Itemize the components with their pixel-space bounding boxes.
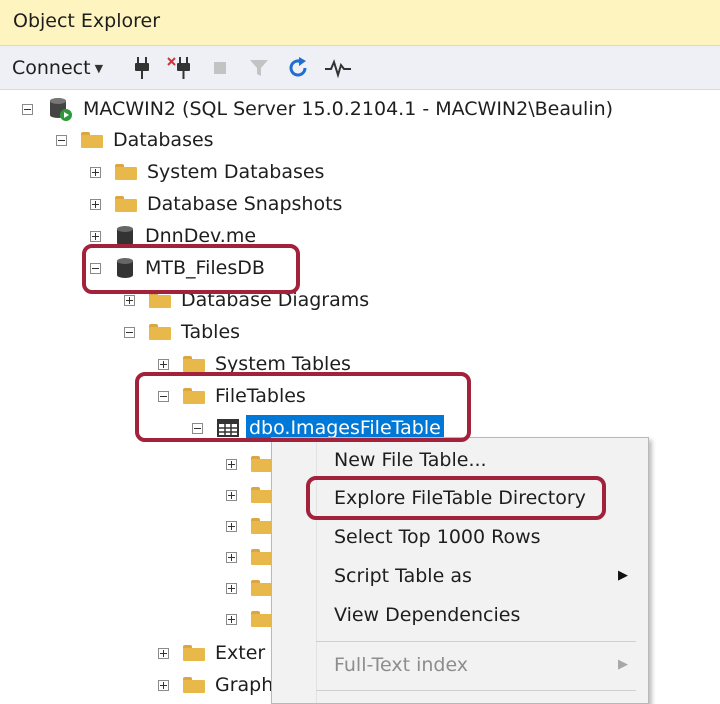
- connect-plug-icon[interactable]: [128, 46, 156, 90]
- server-label: MACWIN2 (SQL Server 15.0.2104.1 - MACWIN…: [83, 98, 614, 120]
- folder-icon: [251, 487, 273, 503]
- folder-icon: [251, 611, 273, 627]
- collapse-icon[interactable]: [56, 134, 67, 146]
- menu-item-select-top-1000[interactable]: Select Top 1000 Rows: [334, 522, 541, 552]
- collapse-icon[interactable]: [158, 390, 169, 402]
- context-menu: New File Table... Explore FileTable Dire…: [271, 437, 649, 704]
- folder-icon: [115, 164, 137, 180]
- databases-label: Databases: [113, 129, 214, 151]
- menu-gutter: [272, 438, 317, 703]
- submenu-arrow-icon: ▶: [618, 657, 628, 672]
- collapse-icon[interactable]: [192, 422, 203, 434]
- menu-item-full-text-index[interactable]: Full-Text index: [334, 650, 468, 680]
- tree-node-tables[interactable]: Tables: [124, 317, 240, 347]
- database-icon: [117, 258, 133, 278]
- connect-label: Connect: [12, 57, 91, 79]
- expand-icon[interactable]: [90, 198, 101, 210]
- expand-icon[interactable]: [90, 166, 101, 178]
- system-databases-label: System Databases: [147, 161, 325, 183]
- folder-icon: [149, 324, 171, 340]
- tree-node-server[interactable]: MACWIN2 (SQL Server 15.0.2104.1 - MACWIN…: [22, 94, 613, 124]
- dnndev-label: DnnDev.me: [145, 225, 257, 247]
- server-icon: [50, 98, 72, 121]
- folder-icon: [183, 356, 205, 372]
- folder-icon: [115, 196, 137, 212]
- tables-label: Tables: [181, 321, 241, 343]
- tree-node-database-snapshots[interactable]: Database Snapshots: [90, 189, 342, 219]
- expand-icon[interactable]: [158, 358, 169, 370]
- tree-node-graph[interactable]: Graph: [158, 670, 273, 700]
- menu-item-label: View Dependencies: [334, 604, 521, 626]
- database-snapshots-label: Database Snapshots: [147, 193, 343, 215]
- folder-icon: [251, 518, 273, 534]
- folder-icon: [149, 292, 171, 308]
- activity-monitor-icon[interactable]: [324, 46, 352, 90]
- graph-label: Graph: [215, 674, 274, 696]
- panel-title: Object Explorer: [13, 10, 161, 32]
- menu-item-label: Select Top 1000 Rows: [334, 526, 541, 548]
- tree-node-databases[interactable]: Databases: [56, 125, 214, 155]
- object-explorer-titlebar: Object Explorer: [0, 0, 720, 46]
- menu-item-explore-filetable-directory[interactable]: Explore FileTable Directory: [334, 483, 586, 513]
- expand-icon[interactable]: [226, 458, 237, 470]
- menu-item-new-file-table[interactable]: New File Table...: [334, 445, 487, 475]
- folder-icon: [81, 132, 103, 148]
- menu-item-label: Explore FileTable Directory: [334, 487, 586, 509]
- stop-icon[interactable]: [206, 46, 234, 90]
- menu-separator: [316, 690, 636, 691]
- folder-icon: [251, 580, 273, 596]
- menu-item-view-dependencies[interactable]: View Dependencies: [334, 600, 520, 630]
- expand-icon[interactable]: [226, 613, 237, 625]
- tree-node-system-databases[interactable]: System Databases: [90, 157, 324, 187]
- connect-button[interactable]: Connect ▼: [12, 46, 103, 90]
- filter-icon[interactable]: [245, 46, 273, 90]
- collapse-icon[interactable]: [90, 262, 101, 274]
- refresh-icon[interactable]: [284, 46, 312, 90]
- folder-icon: [183, 677, 205, 693]
- tree-node-database-diagrams[interactable]: Database Diagrams: [124, 285, 369, 315]
- menu-item-label: Script Table as: [334, 565, 472, 587]
- chevron-down-icon[interactable]: ▼: [95, 62, 103, 75]
- expand-icon[interactable]: [226, 520, 237, 532]
- collapse-icon[interactable]: [22, 103, 33, 115]
- database-diagrams-label: Database Diagrams: [181, 289, 370, 311]
- folder-icon: [183, 645, 205, 661]
- expand-icon[interactable]: [158, 679, 169, 691]
- filetables-label: FileTables: [215, 385, 306, 407]
- folder-icon: [251, 549, 273, 565]
- disconnect-icon[interactable]: [166, 46, 194, 90]
- menu-item-label: New File Table...: [334, 449, 487, 471]
- system-tables-label: System Tables: [215, 353, 351, 375]
- expand-icon[interactable]: [158, 647, 169, 659]
- object-explorer-toolbar: Connect ▼: [0, 46, 720, 90]
- submenu-arrow-icon: ▶: [618, 568, 628, 583]
- menu-separator: [316, 641, 636, 642]
- collapse-icon[interactable]: [124, 326, 135, 338]
- tree-node-system-tables[interactable]: System Tables: [158, 349, 351, 379]
- table-icon: [217, 419, 239, 437]
- expand-icon[interactable]: [226, 489, 237, 501]
- expand-icon[interactable]: [90, 230, 101, 242]
- database-icon: [117, 226, 133, 246]
- mtb-filesdb-label: MTB_FilesDB: [145, 257, 265, 279]
- expand-icon[interactable]: [226, 551, 237, 563]
- tree-node-mtb-filesdb[interactable]: MTB_FilesDB: [90, 253, 265, 283]
- external-label: Exter: [215, 642, 266, 664]
- expand-icon[interactable]: [226, 582, 237, 594]
- tree-node-dnndev[interactable]: DnnDev.me: [90, 221, 256, 251]
- tree-node-filetables[interactable]: FileTables: [158, 381, 306, 411]
- menu-item-label: Full-Text index: [334, 654, 469, 676]
- menu-item-script-table-as[interactable]: Script Table as: [334, 561, 644, 591]
- folder-icon: [183, 388, 205, 404]
- expand-icon[interactable]: [124, 294, 135, 306]
- tree-node-external[interactable]: Exter: [158, 638, 265, 668]
- folder-icon: [251, 456, 273, 472]
